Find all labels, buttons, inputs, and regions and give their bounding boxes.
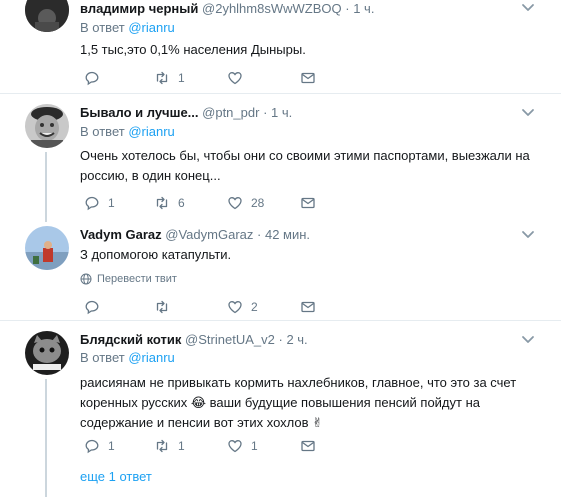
reply-context: В ответ @rianru [80, 123, 175, 141]
avatar-image [25, 104, 69, 148]
reply-icon [85, 196, 99, 211]
retweet-icon [156, 71, 168, 85]
timestamp[interactable]: 1 ч. [271, 105, 292, 120]
heart-icon [228, 440, 242, 453]
avatar-image [25, 0, 69, 32]
reply-count: 1 [108, 196, 115, 210]
retweet-button[interactable]: 1 [154, 437, 185, 455]
direct-message-button[interactable] [300, 298, 316, 316]
retweet-icon [156, 196, 168, 210]
avatar[interactable] [25, 331, 69, 375]
translate-label: Перевести твит [97, 273, 177, 285]
retweet-button[interactable]: 6 [154, 194, 185, 212]
retweet-button[interactable]: 1 [154, 69, 185, 87]
envelope-icon [301, 440, 315, 452]
like-button[interactable]: 28 [227, 194, 264, 212]
separator-dot: · [263, 105, 268, 120]
tweet[interactable]: Vadym Garaz @VadymGaraz · 42 мин. З допо… [0, 220, 561, 320]
avatar[interactable] [25, 104, 69, 148]
heart-icon [228, 197, 242, 210]
tweet[interactable]: Бывало и лучше... @ptn_pdr · 1 ч. В отве… [0, 94, 561, 222]
tweet-text: З допомогою катапульти. [80, 247, 232, 262]
thread-line [45, 152, 47, 222]
retweet-count: 6 [178, 196, 185, 210]
direct-message-button[interactable] [300, 194, 316, 212]
separator-dot: · [257, 227, 262, 242]
tweet-header: владимир черный @2yhlhm8sWwWZBOQ · 1 ч. [80, 0, 374, 18]
reply-icon [85, 439, 99, 454]
direct-message-button[interactable] [300, 437, 316, 455]
chevron-down-icon[interactable] [521, 333, 535, 347]
retweet-button[interactable] [154, 298, 178, 316]
tweet[interactable]: Блядский котик @StrinetUA_v2 · 2 ч. В от… [0, 321, 561, 497]
reply-button[interactable] [84, 69, 108, 87]
tweet-header: Блядский котик @StrinetUA_v2 · 2 ч. [80, 331, 308, 349]
user-handle[interactable]: @2yhlhm8sWwWZBOQ [202, 1, 342, 16]
tweet-actions: 1 [84, 69, 324, 87]
like-count: 28 [251, 196, 265, 210]
show-more-replies-link[interactable]: еще 1 ответ [80, 468, 152, 486]
reply-icon [85, 71, 99, 86]
heart-icon [228, 72, 242, 85]
reply-mention-link[interactable]: @rianru [128, 350, 174, 365]
heart-icon [228, 301, 242, 314]
retweet-icon [156, 439, 168, 453]
like-button[interactable]: 2 [227, 298, 258, 316]
avatar-image [25, 331, 69, 375]
reply-icon [85, 300, 99, 315]
reply-context: В ответ @rianru [80, 19, 175, 37]
tweet-actions: 1 6 28 [84, 194, 324, 212]
globe-icon [80, 273, 92, 285]
like-count: 2 [251, 300, 258, 314]
envelope-icon [301, 197, 315, 209]
avatar[interactable] [25, 0, 69, 32]
retweet-count: 1 [178, 71, 185, 85]
tweet-header: Бывало и лучше... @ptn_pdr · 1 ч. [80, 104, 292, 122]
reply-mention-link[interactable]: @rianru [128, 20, 174, 35]
retweet-icon [156, 300, 168, 314]
tweet-header: Vadym Garaz @VadymGaraz · 42 мин. [80, 226, 310, 244]
display-name[interactable]: Vadym Garaz [80, 227, 162, 242]
tweet-text: Очень хотелось бы, чтобы они со своими э… [80, 148, 530, 183]
reply-mention-link[interactable]: @rianru [128, 124, 174, 139]
chevron-down-icon[interactable] [521, 1, 535, 15]
user-handle[interactable]: @ptn_pdr [202, 105, 259, 120]
avatar-image [25, 226, 69, 270]
reply-button[interactable]: 1 [84, 437, 115, 455]
timestamp[interactable]: 42 мин. [265, 227, 310, 242]
user-handle[interactable]: @VadymGaraz [165, 227, 253, 242]
direct-message-button[interactable] [300, 69, 316, 87]
display-name[interactable]: Блядский котик [80, 332, 181, 347]
like-button[interactable]: 1 [227, 437, 258, 455]
reply-prefix: В ответ [80, 350, 125, 365]
avatar[interactable] [25, 226, 69, 270]
display-name[interactable]: владимир черный [80, 1, 198, 16]
retweet-count: 1 [178, 439, 185, 453]
reply-button[interactable] [84, 298, 108, 316]
chevron-down-icon[interactable] [521, 228, 535, 242]
thread-line [45, 379, 47, 497]
reply-prefix: В ответ [80, 20, 125, 35]
user-handle[interactable]: @StrinetUA_v2 [185, 332, 275, 347]
tweet[interactable]: владимир черный @2yhlhm8sWwWZBOQ · 1 ч. … [0, 0, 561, 93]
reply-prefix: В ответ [80, 124, 125, 139]
tweet-actions: 2 [84, 298, 324, 316]
envelope-icon [301, 72, 315, 84]
like-button[interactable] [227, 69, 251, 87]
reply-context: В ответ @rianru [80, 349, 175, 367]
translate-tweet-link[interactable]: Перевести твит [80, 272, 177, 286]
envelope-icon [301, 301, 315, 313]
timestamp[interactable]: 2 ч. [286, 332, 307, 347]
separator-dot: · [345, 1, 350, 16]
tweet-text: раисиянам не привыкать кормить нахлебник… [80, 375, 517, 430]
timestamp[interactable]: 1 ч. [353, 1, 374, 16]
reply-count: 1 [108, 439, 115, 453]
like-count: 1 [251, 439, 258, 453]
tweet-text: 1,5 тыс,это 0,1% населения Дыныры. [80, 42, 306, 57]
reply-button[interactable]: 1 [84, 194, 115, 212]
tweet-actions: 1 1 1 [84, 437, 324, 455]
chevron-down-icon[interactable] [521, 106, 535, 120]
display-name[interactable]: Бывало и лучше... [80, 105, 199, 120]
separator-dot: · [278, 332, 283, 347]
